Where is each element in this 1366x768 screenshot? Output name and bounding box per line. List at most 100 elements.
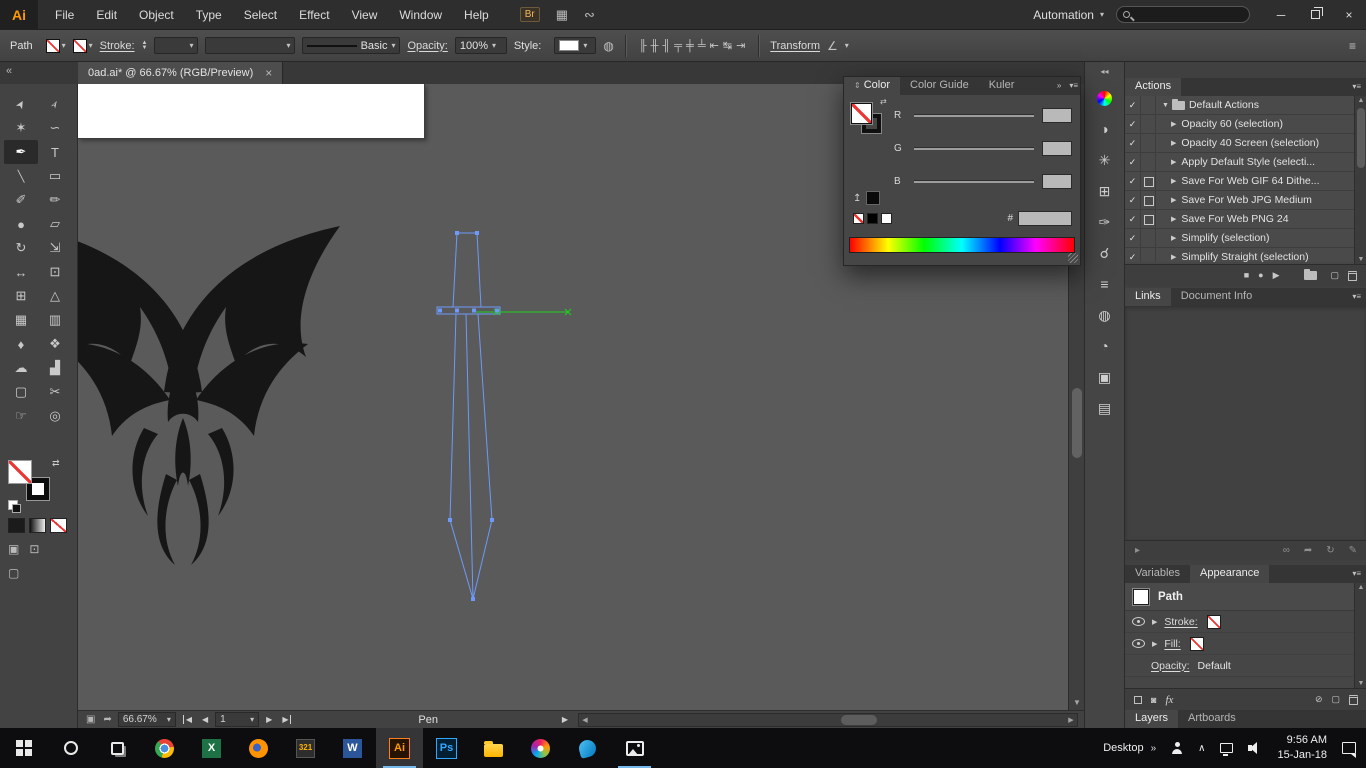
menu-item[interactable]: Object	[128, 0, 185, 30]
new-set-icon[interactable]	[1304, 271, 1317, 280]
line-segment-tool-icon[interactable]: ╲	[4, 164, 38, 188]
distribute-right-icon[interactable]: ⇥	[736, 40, 745, 52]
dialog-toggle-icon[interactable]	[1141, 115, 1156, 133]
first-artboard-button[interactable]: ◀	[183, 715, 192, 724]
fill-swatch[interactable]: ▾	[46, 39, 66, 53]
action-checkbox[interactable]: ✓	[1125, 229, 1141, 247]
graphic-styles-panel-icon[interactable]: ▤	[1089, 396, 1121, 420]
opacity-link[interactable]: Opacity:	[407, 40, 447, 52]
volume-icon[interactable]	[1248, 742, 1262, 754]
new-action-icon[interactable]: ▢	[1330, 270, 1339, 281]
stop-icon[interactable]: ■	[1244, 270, 1249, 281]
arrange-documents-icon[interactable]: ▦	[556, 7, 568, 23]
fill-attr-link[interactable]: Fill:	[1164, 638, 1180, 650]
scrollbar-thumb[interactable]	[841, 715, 877, 725]
expand-caret-icon[interactable]: ▶	[1171, 253, 1176, 261]
distribute-center-icon[interactable]: ↹	[723, 40, 732, 52]
document-setup-icon[interactable]: ◍	[603, 39, 613, 53]
dialog-toggle-icon[interactable]	[1141, 96, 1156, 114]
action-row[interactable]: ✓ ▼ ▶ Opacity 40 Screen (selection)	[1125, 134, 1354, 153]
tab-kuler[interactable]: Kuler	[979, 77, 1025, 95]
horizontal-scrollbar[interactable]: ◀ ▶	[578, 713, 1078, 727]
cs-live-icon[interactable]: ∾	[584, 7, 595, 23]
action-checkbox[interactable]: ✓	[1125, 172, 1141, 190]
channel-slider[interactable]	[914, 147, 1034, 150]
opacity-select[interactable]: 100%▾	[455, 37, 507, 54]
action-checkbox[interactable]: ✓	[1125, 153, 1141, 171]
draw-behind-icon[interactable]: ⊡	[29, 542, 39, 556]
tab-artboards[interactable]: Artboards	[1178, 710, 1246, 728]
close-tab-icon[interactable]: ×	[265, 66, 272, 80]
expand-caret-icon[interactable]: ▶	[1171, 215, 1176, 223]
mesh-tool-icon[interactable]: ▦	[4, 308, 38, 332]
menu-item[interactable]: Effect	[288, 0, 340, 30]
channel-value-input[interactable]	[1042, 141, 1072, 156]
fill-attribute-row[interactable]: ▶ Fill:	[1125, 633, 1354, 655]
action-row[interactable]: ✓ ▼ ▶ Save For Web GIF 64 Dithe...	[1125, 172, 1354, 191]
panel-menu-icon[interactable]: ▾≡	[1346, 288, 1366, 306]
color-spectrum[interactable]	[849, 237, 1075, 253]
hidden-icons-chevron[interactable]: ∧	[1198, 743, 1205, 754]
scroll-down-icon[interactable]: ▼	[1069, 696, 1085, 710]
color-panel-icon[interactable]: ●	[1089, 86, 1121, 110]
pen-tool-icon[interactable]: ✒	[4, 140, 38, 164]
none-mode-button[interactable]	[50, 518, 67, 533]
taskbar-file-explorer-icon[interactable]	[470, 728, 517, 768]
scroll-right-icon[interactable]: ▶	[1065, 714, 1077, 726]
color-mode-button[interactable]	[8, 518, 25, 533]
last-artboard-button[interactable]: ▶	[282, 715, 291, 724]
action-row[interactable]: ✓ ▼ ▶ Save For Web PNG 24	[1125, 210, 1354, 229]
dialog-toggle-icon[interactable]	[1141, 191, 1156, 209]
expand-caret-icon[interactable]: ▶	[1152, 618, 1157, 626]
rectangle-tool-icon[interactable]: ▭	[38, 164, 72, 188]
collapse-toolbar-icon[interactable]: «	[0, 62, 78, 84]
scroll-down-icon[interactable]: ▼	[1355, 680, 1366, 687]
action-row[interactable]: ✓ ▼ ▶ Save For Web JPG Medium	[1125, 191, 1354, 210]
action-checkbox[interactable]: ✓	[1125, 115, 1141, 133]
distribute-left-icon[interactable]: ⇤	[710, 40, 719, 52]
width-tool-icon[interactable]: ↔	[4, 260, 38, 284]
menu-item[interactable]: Window	[388, 0, 453, 30]
app-logo[interactable]: Ai	[0, 0, 38, 30]
taskbar-browser-swoosh-icon[interactable]	[564, 728, 611, 768]
artboard-tool-icon[interactable]: ▢	[4, 380, 38, 404]
menu-item[interactable]: Select	[233, 0, 288, 30]
tribal-artwork[interactable]	[78, 222, 360, 565]
taskbar-firefox-icon[interactable]	[235, 728, 282, 768]
status-expand-icon[interactable]: ▶	[562, 715, 568, 724]
align-center-horizontal-icon[interactable]: ╫	[651, 40, 659, 52]
dialog-toggle-icon[interactable]	[1141, 172, 1156, 190]
opacity-attribute-row[interactable]: Opacity: Default	[1125, 655, 1354, 677]
relink-icon[interactable]: ∞	[1283, 545, 1290, 556]
taskbar-cortana-button[interactable]	[47, 728, 94, 768]
goto-link-icon[interactable]: ➦	[1304, 545, 1312, 556]
stroke-attr-link[interactable]: Stroke:	[1164, 616, 1197, 628]
taskbar-media-player-321-icon[interactable]: 321	[282, 728, 329, 768]
scale-tool-icon[interactable]: ⇲	[38, 236, 72, 260]
swap-colors-icon[interactable]: ⇄	[880, 97, 887, 106]
channel-value-input[interactable]	[1042, 174, 1072, 189]
stroke-attribute-row[interactable]: ▶ Stroke:	[1125, 611, 1354, 633]
search-input[interactable]	[1116, 6, 1250, 23]
fill-swatch[interactable]	[851, 103, 872, 124]
dialog-toggle-icon[interactable]	[1141, 248, 1156, 262]
draw-normal-icon[interactable]: ▣	[8, 542, 19, 556]
taskbar-photoshop-icon[interactable]: Ps	[423, 728, 470, 768]
type-tool-icon[interactable]: T	[38, 140, 72, 164]
expand-panels-icon[interactable]: ◂◂	[1085, 62, 1124, 80]
close-button[interactable]: ×	[1332, 0, 1366, 30]
expand-caret-icon[interactable]: ▶	[1171, 177, 1176, 185]
symbols-panel-icon[interactable]: ☌	[1089, 241, 1121, 265]
width-profile-select[interactable]: ▾	[205, 37, 295, 54]
artboards-panel-icon[interactable]: ▣	[1089, 365, 1121, 389]
clock[interactable]: 9:56 AM 15-Jan-18	[1277, 733, 1327, 763]
action-checkbox[interactable]: ✓	[1125, 96, 1141, 114]
previous-artboard-button[interactable]: ◀	[202, 715, 208, 724]
action-center-icon[interactable]	[1342, 742, 1356, 754]
expand-caret-icon[interactable]: ▶	[1171, 120, 1176, 128]
hand-tool-icon[interactable]: ☞	[4, 404, 38, 428]
fill-color-swatch[interactable]	[8, 460, 32, 484]
fx-icon[interactable]: fx	[1165, 694, 1173, 706]
blend-tool-icon[interactable]: ❖	[38, 332, 72, 356]
fill-none-swatch[interactable]	[1190, 637, 1204, 651]
